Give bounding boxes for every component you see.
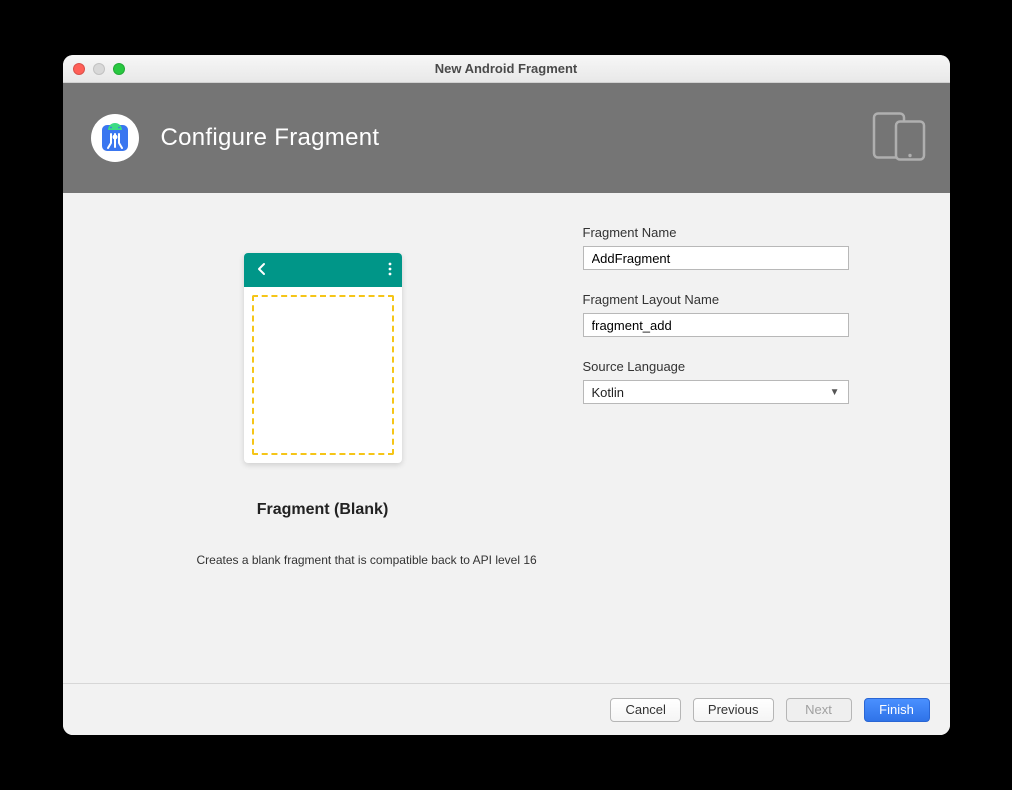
select-source-language[interactable]: Kotlin ▼ — [583, 380, 849, 404]
devices-icon — [872, 112, 928, 165]
label-layout-name: Fragment Layout Name — [583, 292, 914, 307]
window-controls — [73, 63, 125, 75]
titlebar: New Android Fragment — [63, 55, 950, 83]
back-arrow-icon — [254, 261, 270, 280]
minimize-icon[interactable] — [93, 63, 105, 75]
maximize-icon[interactable] — [113, 63, 125, 75]
footer: Cancel Previous Next Finish — [63, 683, 950, 735]
preview-pane: Fragment (Blank) Creates a blank fragmen… — [63, 193, 583, 683]
preview-appbar — [244, 253, 402, 287]
fragment-preview — [244, 253, 402, 463]
label-source-language: Source Language — [583, 359, 914, 374]
next-button: Next — [786, 698, 852, 722]
cancel-button[interactable]: Cancel — [610, 698, 680, 722]
chevron-down-icon: ▼ — [830, 387, 840, 398]
label-fragment-name: Fragment Name — [583, 225, 914, 240]
close-icon[interactable] — [73, 63, 85, 75]
preview-description: Creates a blank fragment that is compati… — [197, 553, 537, 567]
input-layout-name[interactable] — [583, 313, 849, 337]
window-title: New Android Fragment — [63, 61, 950, 76]
previous-button[interactable]: Previous — [693, 698, 774, 722]
finish-button[interactable]: Finish — [864, 698, 930, 722]
select-source-language-value: Kotlin — [592, 385, 625, 400]
field-source-language: Source Language Kotlin ▼ — [583, 359, 914, 404]
input-fragment-name[interactable] — [583, 246, 849, 270]
preview-label: Fragment (Blank) — [257, 501, 389, 519]
header-title: Configure Fragment — [161, 124, 380, 152]
preview-body — [252, 295, 394, 455]
field-fragment-name: Fragment Name — [583, 225, 914, 270]
dialog-window: New Android Fragment Configure Fragment — [63, 55, 950, 735]
form-pane: Fragment Name Fragment Layout Name Sourc… — [583, 193, 950, 683]
content-area: Fragment (Blank) Creates a blank fragmen… — [63, 193, 950, 683]
overflow-menu-icon — [388, 262, 392, 279]
header: Configure Fragment — [63, 83, 950, 193]
field-layout-name: Fragment Layout Name — [583, 292, 914, 337]
android-studio-icon — [91, 114, 139, 162]
